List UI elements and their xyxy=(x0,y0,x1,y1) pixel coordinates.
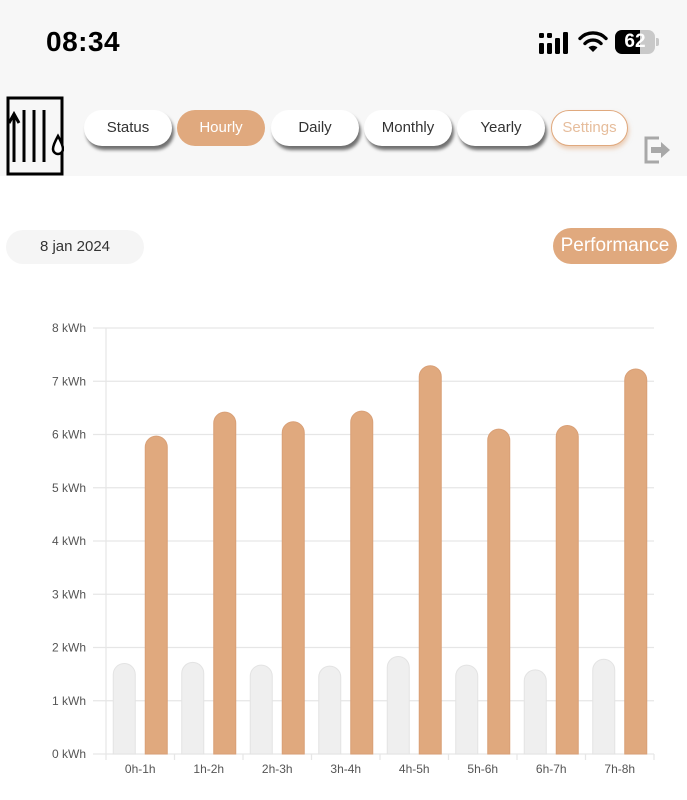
x-tick-label: 3h-4h xyxy=(330,762,361,776)
tab-status[interactable]: Status xyxy=(84,110,172,146)
bar-primary xyxy=(487,428,511,755)
y-tick-label: 0 kWh xyxy=(52,747,86,761)
bar-primary xyxy=(144,435,168,755)
battery-icon: 62 xyxy=(615,30,659,54)
x-tick-label: 4h-5h xyxy=(399,762,430,776)
tab-hourly[interactable]: Hourly xyxy=(177,110,265,146)
x-tick-label: 0h-1h xyxy=(125,762,156,776)
y-tick-label: 6 kWh xyxy=(52,428,86,442)
bar-secondary xyxy=(592,658,616,755)
performance-button[interactable]: Performance xyxy=(553,228,677,264)
y-tick-label: 3 kWh xyxy=(52,587,86,601)
bar-secondary xyxy=(112,663,136,755)
tab-daily[interactable]: Daily xyxy=(271,110,359,146)
logout-icon[interactable] xyxy=(642,134,672,166)
y-tick-label: 1 kWh xyxy=(52,694,86,708)
tab-settings[interactable]: Settings xyxy=(551,110,628,146)
wifi-icon xyxy=(578,31,608,52)
battery-percent: 62 xyxy=(624,31,646,52)
signal-icon xyxy=(539,32,568,54)
y-tick-label: 5 kWh xyxy=(52,481,86,495)
bar-secondary xyxy=(318,665,342,755)
x-tick-label: 2h-3h xyxy=(262,762,293,776)
bar-secondary xyxy=(181,661,205,755)
bar-primary xyxy=(418,365,442,755)
bar-secondary xyxy=(386,656,410,755)
bar-primary xyxy=(350,410,374,755)
radiator-logo-icon xyxy=(6,96,64,176)
date-selector[interactable]: 8 jan 2024 xyxy=(6,230,144,264)
x-tick-label: 6h-7h xyxy=(536,762,567,776)
bar-primary xyxy=(624,368,648,755)
hourly-energy-chart: 0 kWh 1 kWh 2 kWh 3 kWh 4 kWh 5 kWh 6 kWh 7 kWh… xyxy=(52,321,655,776)
x-tick-label: 1h-2h xyxy=(193,762,224,776)
tab-yearly[interactable]: Yearly xyxy=(457,110,545,146)
y-tick-label: 7 kWh xyxy=(52,374,86,388)
x-tick-label: 7h-8h xyxy=(604,762,635,776)
bar-primary xyxy=(555,425,579,755)
y-tick-label: 4 kWh xyxy=(52,534,86,548)
x-tick-label: 5h-6h xyxy=(467,762,498,776)
y-tick-label: 8 kWh xyxy=(52,321,86,335)
bar-primary xyxy=(281,421,305,755)
tab-monthly[interactable]: Monthly xyxy=(364,110,452,146)
clock-time: 08:34 xyxy=(46,26,121,57)
y-tick-label: 2 kWh xyxy=(52,641,86,655)
bar-secondary xyxy=(523,669,547,755)
top-navigation: Status Hourly Daily Monthly Yearly Setti… xyxy=(0,80,687,176)
bar-secondary xyxy=(249,664,273,755)
bar-secondary xyxy=(455,664,479,755)
bar-primary xyxy=(213,411,237,755)
status-bar: 08:34 62 xyxy=(0,0,687,80)
